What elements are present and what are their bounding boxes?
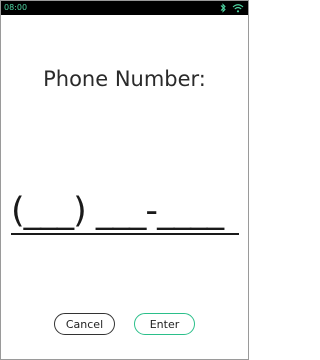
status-time: 08:00 [4,3,28,12]
device-screen: 08:00 Phone Number: (___) ___-____ Cance… [0,0,249,360]
bluetooth-icon [220,3,226,13]
page-title: Phone Number: [43,67,206,91]
cancel-button[interactable]: Cancel [54,313,115,335]
phone-number-value: (___) ___-____ [11,191,224,231]
wifi-icon [232,3,244,13]
status-icons [220,3,244,13]
enter-button[interactable]: Enter [134,313,195,335]
phone-number-underline [11,233,239,235]
phone-number-display: (___) ___-____ [11,191,239,237]
status-bar: 08:00 [1,1,248,15]
